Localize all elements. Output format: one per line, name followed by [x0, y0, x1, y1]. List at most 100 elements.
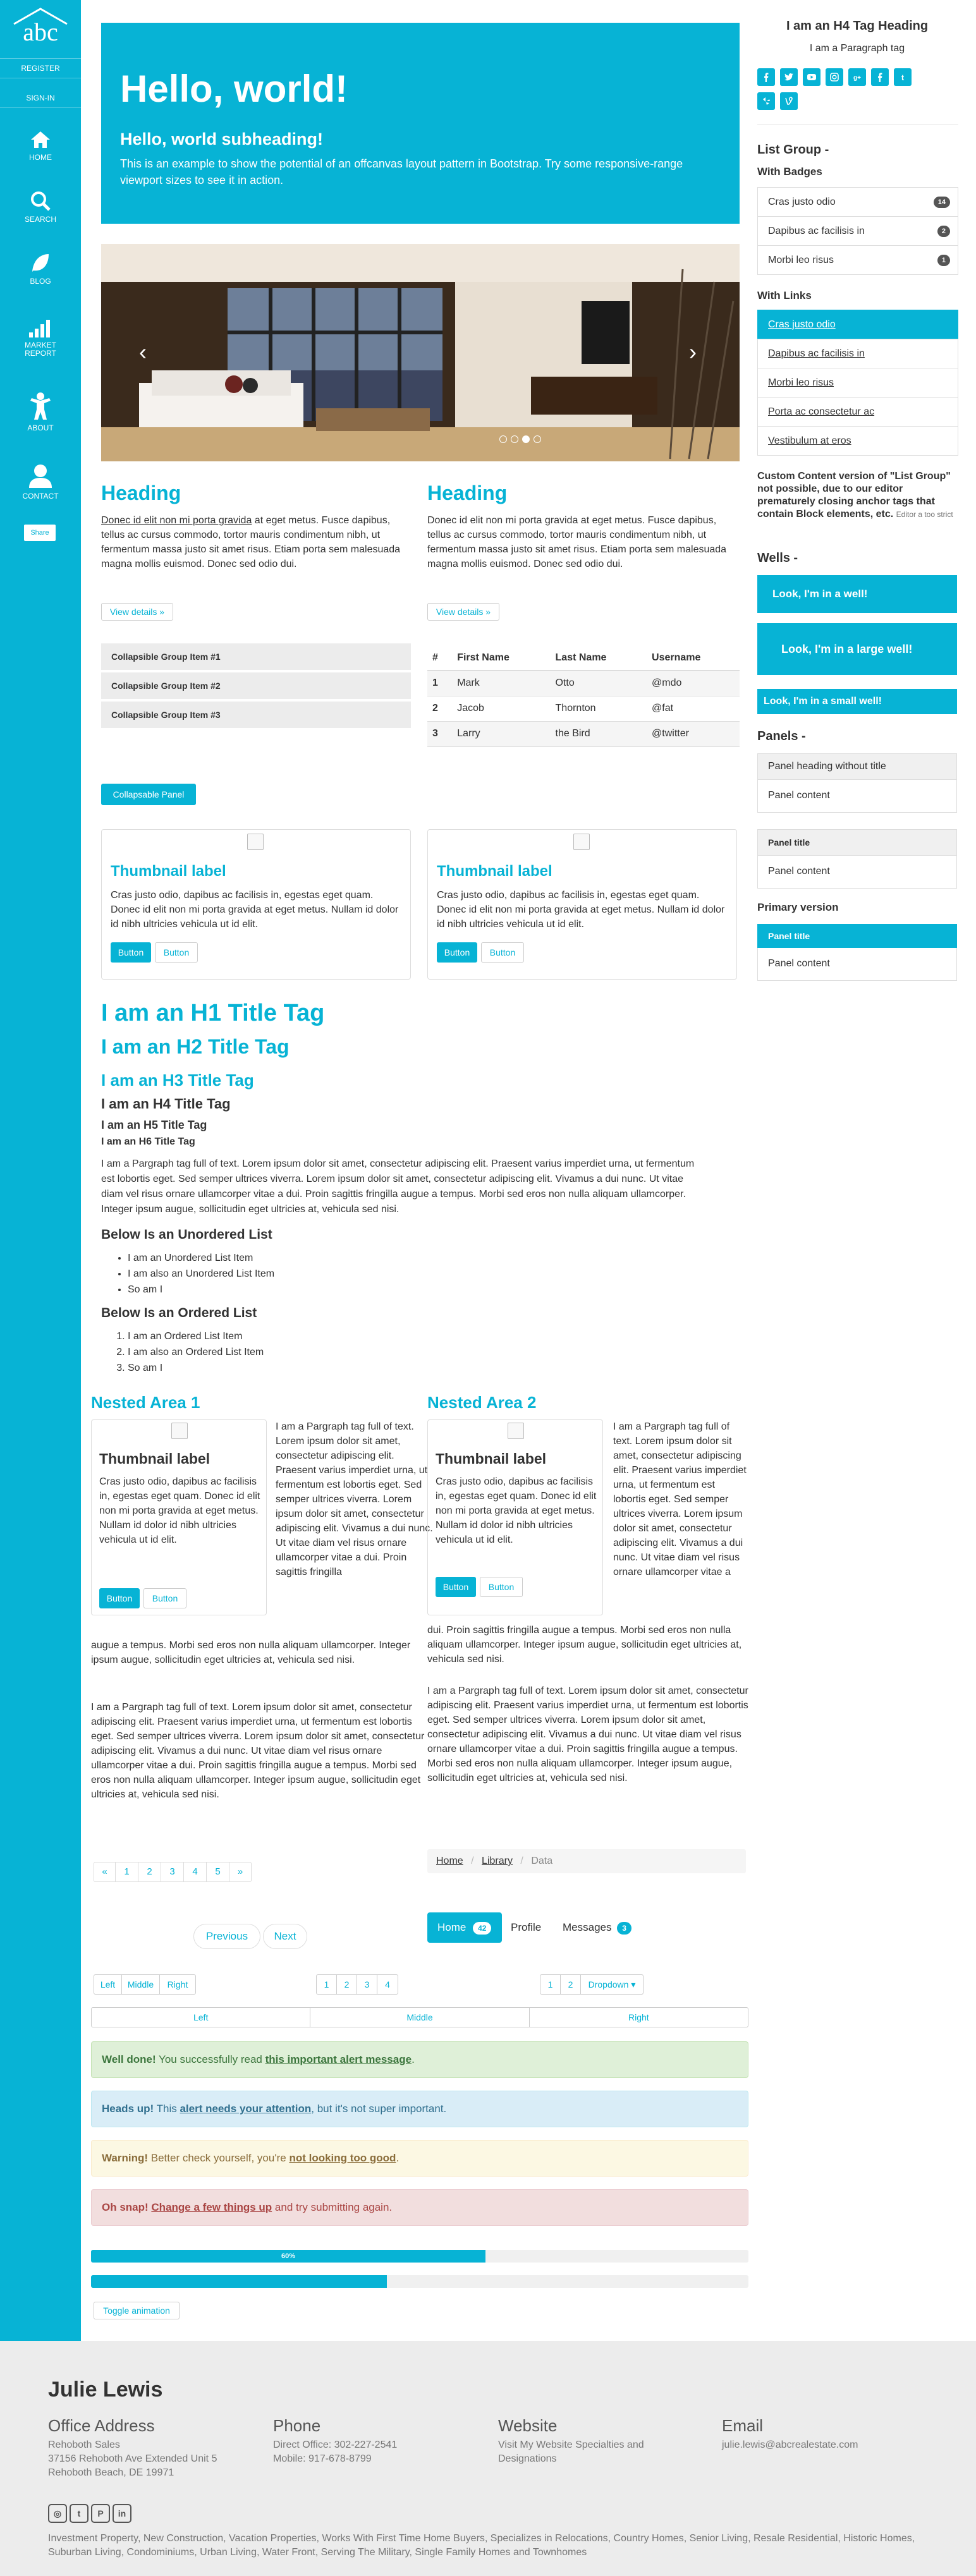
carousel-indicators[interactable]	[499, 434, 545, 446]
with-badges-title: With Badges	[757, 166, 822, 178]
toggle-animation-button[interactable]: Toggle animation	[94, 2302, 180, 2319]
list-group-link-active[interactable]: Cras justo odio	[757, 310, 958, 339]
alert-text: .	[396, 2152, 400, 2164]
nav-home[interactable]: HOME	[0, 130, 81, 162]
group-button[interactable]: Right	[160, 1975, 195, 1994]
alert-link[interactable]: this important alert message	[265, 2053, 412, 2065]
list-group-item[interactable]: Morbi leo risus 1	[757, 245, 958, 275]
group-button[interactable]: Middle	[122, 1975, 160, 1994]
twitter-icon[interactable]	[780, 68, 798, 86]
justified-button[interactable]: Left	[92, 2008, 311, 2027]
phone-line[interactable]: Direct Office: 302-227-2541	[273, 2438, 475, 2452]
thumbnail-secondary-button[interactable]: Button	[155, 942, 198, 963]
dropdown-button[interactable]: Dropdown ▾	[581, 1975, 643, 1994]
indicator[interactable]	[534, 435, 541, 443]
instagram-icon[interactable]	[826, 68, 843, 86]
nav-market-report[interactable]: MARKET REPORT	[0, 319, 81, 358]
pagination-next[interactable]: »	[229, 1862, 251, 1881]
next-button[interactable]: Next	[263, 1924, 307, 1949]
justified-button[interactable]: Right	[530, 2008, 748, 2027]
button-group: 1 2 3 4	[316, 1974, 398, 1995]
pill-home[interactable]: Home 42	[427, 1912, 502, 1943]
thumbnail-primary-button[interactable]: Button	[111, 942, 151, 963]
view-details-button[interactable]: View details »	[427, 603, 499, 621]
group-button[interactable]: 3	[357, 1975, 377, 1994]
list-group-link[interactable]: Porta ac consectetur ac	[757, 397, 958, 427]
pill-profile[interactable]: Profile	[511, 1912, 541, 1943]
image-carousel[interactable]: ‹ ›	[101, 244, 740, 461]
vine-icon[interactable]	[780, 92, 798, 110]
data-table: # First Name Last Name Username 1 Mark Ott…	[427, 646, 740, 747]
group-button[interactable]: 1	[317, 1975, 337, 1994]
thumbnail-secondary-button[interactable]: Button	[481, 942, 524, 963]
signin-link[interactable]: SIGN-IN	[0, 88, 81, 108]
breadcrumb-library[interactable]: Library	[482, 1856, 513, 1866]
thumbnail-primary-button[interactable]: Button	[436, 1577, 476, 1597]
facebook-icon[interactable]	[871, 68, 889, 86]
h6-title: I am an H6 Title Tag	[101, 1136, 195, 1147]
collapsible-item[interactable]: Collapsible Group Item #1	[101, 643, 411, 670]
group-button[interactable]: 4	[377, 1975, 398, 1994]
nested-paragraph: I am a Pargraph tag full of text. Lorem …	[427, 1686, 748, 1783]
facebook-icon[interactable]	[757, 68, 775, 86]
carousel-next-icon[interactable]: ›	[689, 339, 697, 365]
previous-button[interactable]: Previous	[193, 1924, 260, 1949]
pagination-page[interactable]: 3	[161, 1862, 184, 1881]
pill-messages[interactable]: Messages 3	[563, 1912, 631, 1943]
list-group-link[interactable]: Morbi leo risus	[757, 368, 958, 398]
instagram-icon[interactable]: ◎	[48, 2504, 67, 2523]
collapsable-panel-button[interactable]: Collapsable Panel	[101, 784, 196, 805]
cell: Mark	[452, 671, 551, 696]
office-line: 37156 Rehoboth Ave Extended Unit 5	[48, 2453, 217, 2464]
pagination-prev[interactable]: «	[94, 1862, 116, 1881]
yelp-icon[interactable]	[757, 92, 775, 110]
logo[interactable]: abc	[9, 6, 72, 44]
phone-line[interactable]: Mobile: 917-678-8799	[273, 2452, 475, 2466]
alert-link[interactable]: alert needs your attention	[180, 2103, 311, 2115]
breadcrumb-home[interactable]: Home	[436, 1856, 463, 1866]
collapsible-item[interactable]: Collapsible Group Item #2	[101, 672, 411, 699]
view-details-button[interactable]: View details »	[101, 603, 173, 621]
twitter-icon[interactable]: t	[70, 2504, 88, 2523]
website-link[interactable]: Visit My Website Specialties and Designa…	[498, 2438, 688, 2466]
youtube-icon[interactable]	[803, 68, 820, 86]
group-button[interactable]: 1	[540, 1975, 561, 1994]
alert-link[interactable]: not looking too good	[289, 2152, 396, 2164]
pinterest-icon[interactable]: P	[91, 2504, 110, 2523]
list-group-item[interactable]: Cras justo odio 14	[757, 187, 958, 217]
thumbnail-secondary-button[interactable]: Button	[480, 1577, 523, 1597]
thumbnail-primary-button[interactable]: Button	[437, 942, 477, 963]
group-button[interactable]: 2	[561, 1975, 581, 1994]
indicator[interactable]	[522, 435, 530, 443]
alert-success: Well done! You successfully read this im…	[91, 2041, 748, 2078]
thumbnail-secondary-button[interactable]: Button	[143, 1588, 186, 1608]
register-link[interactable]: REGISTER	[0, 58, 81, 78]
nav-contact[interactable]: CONTACT	[0, 464, 81, 501]
list-item: I am also an Ordered List Item	[128, 1344, 264, 1360]
list-group-item[interactable]: Dapibus ac facilisis in 2	[757, 216, 958, 246]
collapsible-item[interactable]: Collapsible Group Item #3	[101, 702, 411, 728]
alert-link[interactable]: Change a few things up	[151, 2201, 272, 2213]
carousel-prev-icon[interactable]: ‹	[139, 339, 147, 365]
pagination-page[interactable]: 1	[116, 1862, 138, 1881]
list-group-link[interactable]: Dapibus ac facilisis in	[757, 339, 958, 368]
pagination-page[interactable]: 4	[184, 1862, 207, 1881]
column-link[interactable]: Donec id elit non mi porta gravida	[101, 515, 252, 526]
linkedin-icon[interactable]: in	[113, 2504, 131, 2523]
nav-blog[interactable]: BLOG	[0, 253, 81, 286]
group-button[interactable]: Left	[94, 1975, 122, 1994]
pagination-page[interactable]: 5	[207, 1862, 229, 1881]
google-plus-icon[interactable]: g+	[848, 68, 866, 86]
list-group-link[interactable]: Vestibulum at eros	[757, 426, 958, 456]
group-button[interactable]: 2	[337, 1975, 357, 1994]
indicator[interactable]	[499, 435, 507, 443]
nav-search[interactable]: SEARCH	[0, 191, 81, 224]
nav-about[interactable]: ABOUT	[0, 392, 81, 432]
tumblr-icon[interactable]: t	[894, 68, 912, 86]
pagination-page[interactable]: 2	[138, 1862, 161, 1881]
email-link[interactable]: julie.lewis@abcrealestate.com	[722, 2438, 924, 2452]
justified-button[interactable]: Middle	[310, 2008, 530, 2027]
share-button[interactable]: Share	[24, 525, 56, 541]
thumbnail-primary-button[interactable]: Button	[99, 1588, 140, 1608]
indicator[interactable]	[511, 435, 518, 443]
